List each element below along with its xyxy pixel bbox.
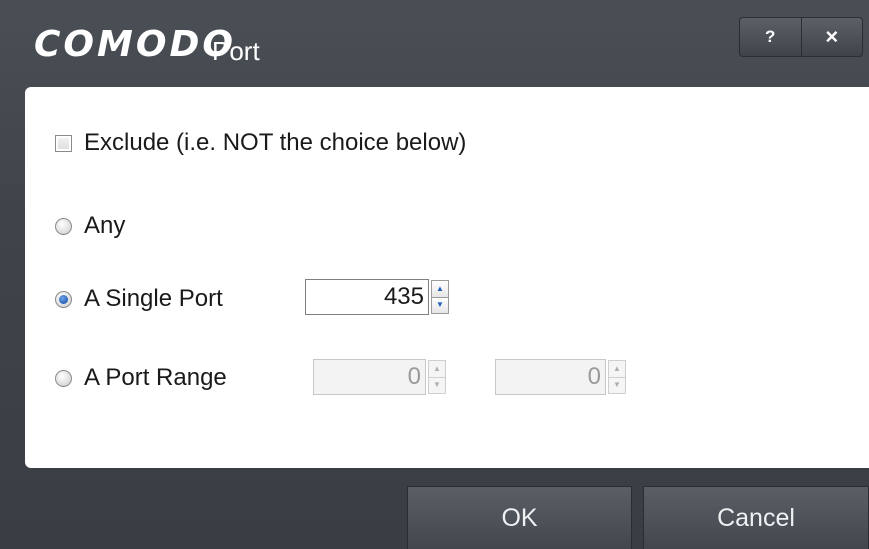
range-to-input[interactable]: 0: [495, 359, 606, 395]
cancel-button[interactable]: Cancel: [643, 486, 869, 549]
port-range-radio[interactable]: [55, 369, 72, 387]
any-option[interactable]: Any: [25, 212, 125, 240]
port-range-option[interactable]: A Port Range: [25, 364, 227, 392]
comodo-logo: COMODO: [34, 24, 236, 65]
single-port-input[interactable]: 435: [305, 279, 429, 315]
spin-down-icon[interactable]: ▼: [428, 377, 446, 394]
help-button[interactable]: ?: [740, 18, 802, 56]
single-port-label[interactable]: A Single Port: [84, 285, 223, 313]
title-bar[interactable]: COMODO Port ? ×: [0, 0, 869, 86]
single-port-radio[interactable]: [55, 290, 72, 308]
spin-down-icon[interactable]: ▼: [431, 297, 449, 314]
title-buttons: ? ×: [739, 17, 863, 57]
single-port-option[interactable]: A Single Port: [25, 285, 223, 313]
range-to-stepper: ▲ ▼: [608, 360, 626, 394]
any-label[interactable]: Any: [84, 212, 125, 240]
range-from-stepper: ▲ ▼: [428, 360, 446, 394]
port-dialog: COMODO Port ? × Exclude (i.e. NOT the ch…: [0, 0, 869, 549]
single-port-spinner: 435 ▲ ▼: [305, 279, 449, 315]
exclude-label[interactable]: Exclude (i.e. NOT the choice below): [84, 129, 466, 157]
range-from-spinner: 0 ▲ ▼: [313, 359, 446, 395]
dialog-title: Port: [212, 36, 260, 66]
range-to-spinner: 0 ▲ ▼: [495, 359, 626, 395]
port-range-label[interactable]: A Port Range: [84, 364, 227, 392]
close-button[interactable]: ×: [802, 18, 863, 56]
ok-button[interactable]: OK: [407, 486, 632, 549]
exclude-checkbox[interactable]: [55, 134, 72, 152]
spin-down-icon[interactable]: ▼: [608, 377, 626, 394]
range-from-input[interactable]: 0: [313, 359, 426, 395]
single-port-stepper: ▲ ▼: [431, 280, 449, 314]
dialog-content: Exclude (i.e. NOT the choice below) Any …: [25, 87, 869, 468]
exclude-option[interactable]: Exclude (i.e. NOT the choice below): [25, 129, 466, 157]
spin-up-icon[interactable]: ▲: [431, 280, 449, 298]
spin-up-icon[interactable]: ▲: [428, 360, 446, 378]
any-radio[interactable]: [55, 217, 72, 235]
spin-up-icon[interactable]: ▲: [608, 360, 626, 378]
